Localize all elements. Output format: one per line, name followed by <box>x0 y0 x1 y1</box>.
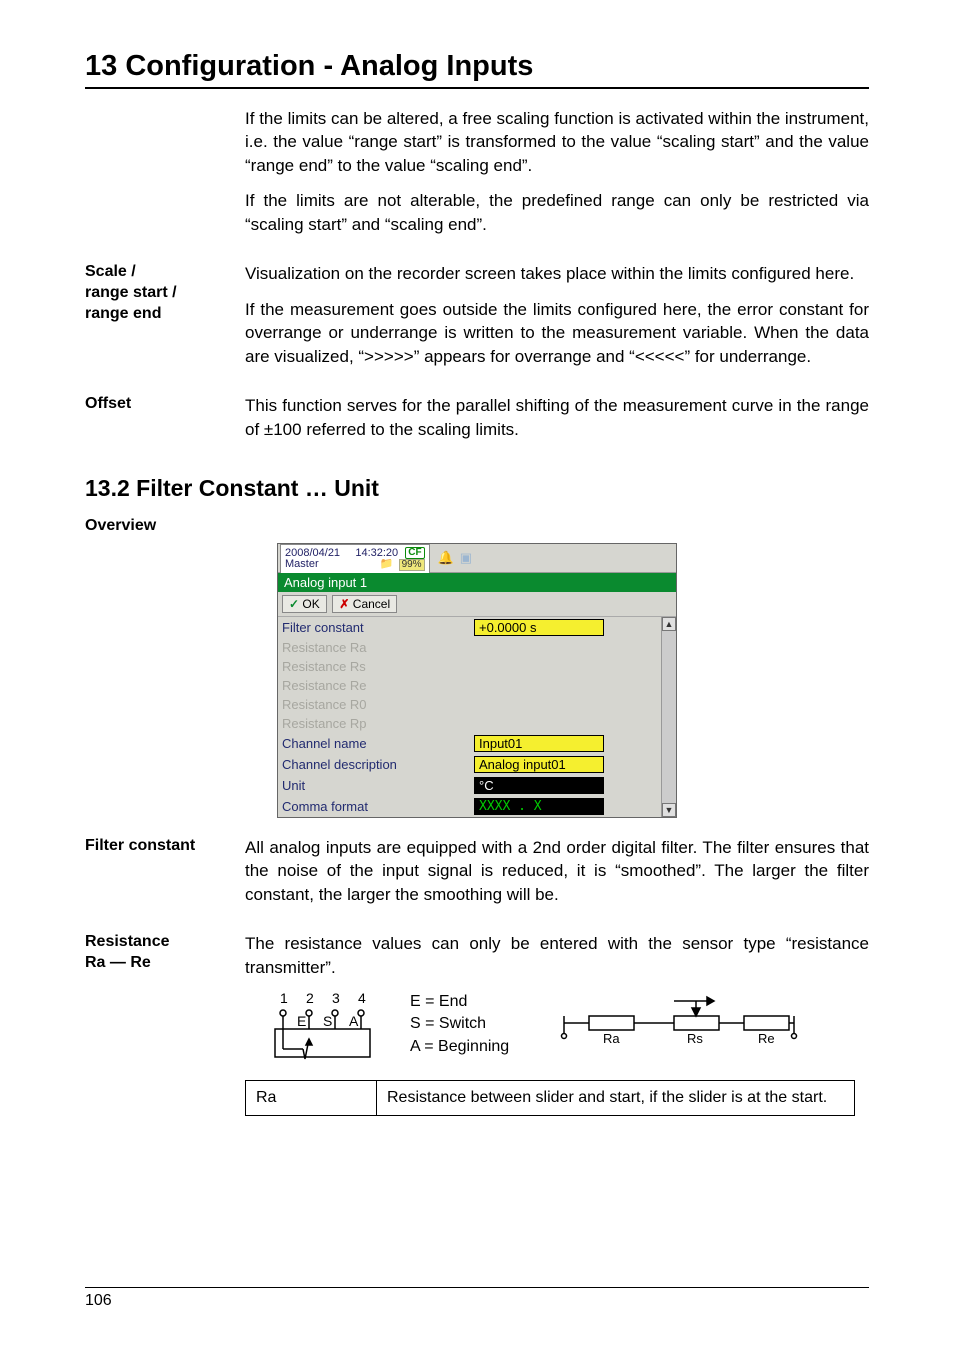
list-item: Channel descriptionAnalog input01 <box>278 754 676 775</box>
resistance-p: The resistance values can only be entere… <box>245 932 869 979</box>
list-item-label: Resistance Rs <box>282 659 474 674</box>
cancel-label: Cancel <box>353 597 390 611</box>
intro-p2: If the limits are not alterable, the pre… <box>245 189 869 236</box>
section-title: 13.2 Filter Constant … Unit <box>85 475 869 502</box>
list-item: Resistance Re <box>278 676 676 695</box>
s-line: S = Switch <box>410 1013 509 1035</box>
list-item-label: Resistance Re <box>282 678 474 693</box>
list-item-label: Channel name <box>282 736 474 751</box>
list-item-value[interactable]: XXXX . X <box>474 798 656 815</box>
shot-greenbar: Analog input 1 <box>278 573 676 592</box>
pinS: S <box>323 1013 332 1029</box>
list-item-label: Resistance Rp <box>282 716 474 731</box>
pin1: 1 <box>280 991 288 1006</box>
intro-p1: If the limits can be altered, a free sca… <box>245 107 869 177</box>
list-item: Unit°C <box>278 775 676 796</box>
shot-tab: 2008/04/21 14:32:20 CF Master 📁 99% <box>280 544 430 573</box>
shot-time: 14:32:20 <box>355 547 398 559</box>
re-label: Re <box>758 1031 775 1046</box>
chapter-title: 13 Configuration - Analog Inputs <box>85 50 869 83</box>
resistor-diagram: Ra Rs Re <box>559 991 799 1051</box>
list-item-label: Resistance R0 <box>282 697 474 712</box>
list-item-value[interactable]: °C <box>474 777 656 794</box>
list-item: Resistance R0 <box>278 695 676 714</box>
e-line: E = End <box>410 991 509 1013</box>
list-item: Channel nameInput01 <box>278 733 676 754</box>
connector-legend: E = End S = Switch A = Beginning <box>410 991 509 1058</box>
list-item: Resistance Rs <box>278 657 676 676</box>
cancel-button[interactable]: ✗ Cancel <box>332 595 397 613</box>
ok-label: OK <box>302 597 319 611</box>
page-footer: 106 <box>85 1287 869 1310</box>
overview-label: Overview <box>85 516 245 537</box>
folder-icon: 📁 <box>380 558 394 570</box>
pinE: E <box>297 1013 306 1029</box>
title-rule <box>85 87 869 89</box>
ok-button[interactable]: ✓ OK <box>282 595 327 613</box>
list-item: Comma formatXXXX . X <box>278 796 676 817</box>
offset-p: This function serves for the parallel sh… <box>245 394 869 441</box>
a-line: A = Beginning <box>410 1036 509 1058</box>
scrollbar[interactable]: ▲ ▼ <box>661 617 676 817</box>
pin3: 3 <box>332 991 340 1006</box>
ra-label: Ra <box>603 1031 620 1046</box>
page-number: 106 <box>85 1292 112 1309</box>
ra-cell-1: Ra <box>246 1081 377 1116</box>
bell-icon: 🔔 <box>438 550 454 566</box>
list-item-label: Unit <box>282 778 474 793</box>
cf-icon: CF <box>405 547 424 559</box>
scroll-up-icon[interactable]: ▲ <box>662 617 676 631</box>
pinA: A <box>349 1013 359 1029</box>
square-icon: ▣ <box>460 550 472 566</box>
list-item-label: Resistance Ra <box>282 640 474 655</box>
list-item: Resistance Ra <box>278 638 676 657</box>
scale-label: Scale / range start / range end <box>85 262 245 380</box>
resistance-label: Resistance Ra — Re <box>85 932 245 1116</box>
list-item: Filter constant+0.0000 s <box>278 617 676 638</box>
list-item-label: Filter constant <box>282 620 474 635</box>
ra-cell-2: Resistance between slider and start, if … <box>377 1081 855 1116</box>
rs-label: Rs <box>687 1031 703 1046</box>
scale-p1: Visualization on the recorder screen tak… <box>245 262 869 285</box>
shot-header: 2008/04/21 14:32:20 CF Master 📁 99% 🔔 ▣ <box>278 544 676 573</box>
filter-label: Filter constant <box>85 836 245 918</box>
shot-master: Master <box>285 558 319 570</box>
shot-list: ▲ ▼ Filter constant+0.0000 sResistance R… <box>278 617 676 817</box>
list-item-label: Comma format <box>282 799 474 814</box>
scroll-down-icon[interactable]: ▼ <box>662 803 676 817</box>
pin2: 2 <box>306 991 314 1006</box>
shot-pct: 99% <box>399 559 425 571</box>
list-item-value[interactable]: Input01 <box>474 735 656 752</box>
list-item: Resistance Rp <box>278 714 676 733</box>
offset-label: Offset <box>85 394 245 453</box>
filter-p: All analog inputs are equipped with a 2n… <box>245 836 869 906</box>
list-item-label: Channel description <box>282 757 474 772</box>
list-item-value[interactable]: Analog input01 <box>474 756 656 773</box>
scale-p2: If the measurement goes outside the limi… <box>245 298 869 368</box>
pin4: 4 <box>358 991 366 1006</box>
list-item-value[interactable]: +0.0000 s <box>474 619 656 636</box>
ra-table: Ra Resistance between slider and start, … <box>245 1080 855 1116</box>
screenshot: 2008/04/21 14:32:20 CF Master 📁 99% 🔔 ▣ … <box>277 543 677 818</box>
shot-button-row: ✓ OK ✗ Cancel <box>278 592 676 617</box>
connector-diagram: 1 2 3 4 E S A <box>265 991 380 1066</box>
